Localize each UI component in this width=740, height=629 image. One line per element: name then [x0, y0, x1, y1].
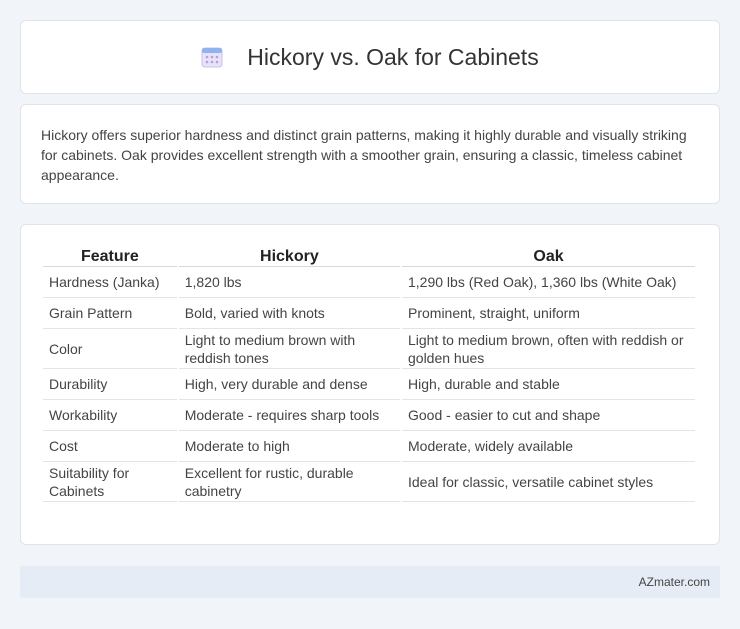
cell-hickory: Moderate to high	[178, 431, 400, 462]
cell-feature: Durability	[43, 369, 177, 400]
table-row: Cost Moderate to high Moderate, widely a…	[43, 431, 695, 462]
cell-hickory: High, very durable and dense	[178, 369, 400, 400]
cell-oak: High, durable and stable	[402, 369, 695, 400]
cell-feature: Grain Pattern	[43, 298, 177, 329]
title-card: Hickory vs. Oak for Cabinets	[20, 20, 720, 94]
footer-site-link[interactable]: AZmater.com	[639, 575, 710, 589]
cell-feature: Hardness (Janka)	[43, 267, 177, 298]
calendar-icon	[201, 47, 223, 68]
cell-hickory: Bold, varied with knots	[178, 298, 400, 329]
cell-oak: Prominent, straight, uniform	[402, 298, 695, 329]
cell-hickory: 1,820 lbs	[178, 267, 400, 298]
header-feature: Feature	[43, 245, 177, 267]
table-row: Color Light to medium brown with reddish…	[43, 329, 695, 369]
comparison-table: Feature Hickory Oak Hardness (Janka) 1,8…	[41, 245, 697, 502]
cell-oak: Light to medium brown, often with reddis…	[402, 329, 695, 369]
table-row: Durability High, very durable and dense …	[43, 369, 695, 400]
intro-text: Hickory offers superior hardness and dis…	[41, 127, 687, 183]
cell-oak: Ideal for classic, versatile cabinet sty…	[402, 462, 695, 502]
cell-feature: Workability	[43, 400, 177, 431]
cell-feature: Color	[43, 329, 177, 369]
table-header-row: Feature Hickory Oak	[43, 245, 695, 267]
footer: AZmater.com	[20, 566, 720, 598]
table-row: Suitability for Cabinets Excellent for r…	[43, 462, 695, 502]
cell-feature: Suitability for Cabinets	[43, 462, 177, 502]
intro-card: Hickory offers superior hardness and dis…	[20, 104, 720, 204]
table-row: Hardness (Janka) 1,820 lbs 1,290 lbs (Re…	[43, 267, 695, 298]
cell-hickory: Light to medium brown with reddish tones	[178, 329, 400, 369]
comparison-table-card: Feature Hickory Oak Hardness (Janka) 1,8…	[20, 224, 720, 545]
cell-hickory: Moderate - requires sharp tools	[178, 400, 400, 431]
table-row: Grain Pattern Bold, varied with knots Pr…	[43, 298, 695, 329]
cell-oak: 1,290 lbs (Red Oak), 1,360 lbs (White Oa…	[402, 267, 695, 298]
cell-oak: Good - easier to cut and shape	[402, 400, 695, 431]
cell-feature: Cost	[43, 431, 177, 462]
cell-hickory: Excellent for rustic, durable cabinetry	[178, 462, 400, 502]
table-row: Workability Moderate - requires sharp to…	[43, 400, 695, 431]
header-oak: Oak	[402, 245, 695, 267]
page-title: Hickory vs. Oak for Cabinets	[247, 43, 539, 70]
header-hickory: Hickory	[178, 245, 400, 267]
cell-oak: Moderate, widely available	[402, 431, 695, 462]
